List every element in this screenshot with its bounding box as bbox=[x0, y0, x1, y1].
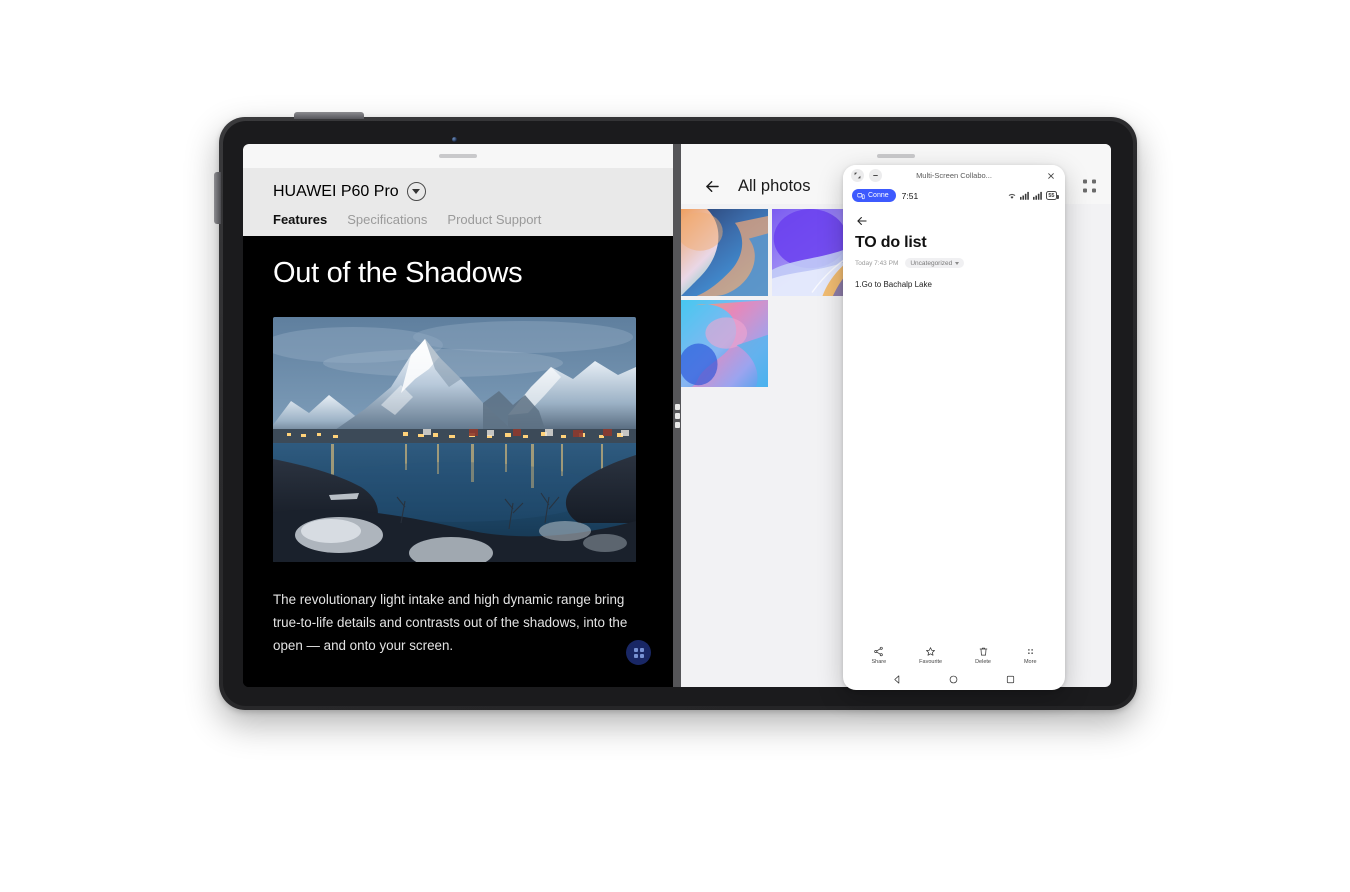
product-header: HUAWEI P60 Pro Features Specifications P… bbox=[243, 168, 673, 236]
tab-features[interactable]: Features bbox=[273, 212, 327, 227]
note-timestamp: Today 7:43 PM bbox=[855, 259, 899, 267]
star-icon bbox=[926, 646, 936, 656]
tab-product-support[interactable]: Product Support bbox=[447, 212, 541, 227]
tab-specifications[interactable]: Specifications bbox=[347, 212, 427, 227]
mountain-fjord-image bbox=[273, 316, 636, 562]
close-icon[interactable] bbox=[1044, 169, 1057, 182]
chevron-down-icon bbox=[955, 261, 960, 265]
trash-icon bbox=[979, 647, 987, 656]
note-category-tag[interactable]: Uncategorized bbox=[905, 258, 965, 268]
hero-photo bbox=[273, 316, 636, 562]
phone-window-titlebar[interactable]: Multi-Screen Collabo... bbox=[843, 165, 1065, 186]
product-page-pane: HUAWEI P60 Pro Features Specifications P… bbox=[243, 144, 673, 687]
status-icons: 55 bbox=[1007, 191, 1059, 200]
product-name: HUAWEI P60 Pro bbox=[273, 182, 399, 200]
favourite-label: Favourite bbox=[919, 658, 943, 665]
signal-bars-icon bbox=[1019, 191, 1029, 200]
share-icon bbox=[874, 646, 884, 656]
android-navigation-bar bbox=[843, 668, 1065, 690]
power-button[interactable] bbox=[294, 112, 364, 119]
photo-thumbnail[interactable] bbox=[681, 209, 768, 296]
note-body[interactable]: 1.Go to Bachalp Lake bbox=[855, 279, 1053, 291]
wifi-icon bbox=[1008, 193, 1016, 199]
phone-statusbar: Conne 7:51 55 bbox=[843, 186, 1065, 205]
page-title: All photos bbox=[738, 176, 811, 195]
split-screen-divider[interactable] bbox=[673, 144, 681, 687]
more-dots-icon bbox=[1027, 648, 1033, 654]
status-badge[interactable]: Conne bbox=[852, 189, 896, 202]
clock: 7:51 bbox=[901, 190, 919, 201]
arrow-left-icon[interactable] bbox=[855, 213, 871, 229]
note-title: TO do list bbox=[855, 234, 927, 251]
product-body: Out of the Shadows The revolutionary lig… bbox=[243, 236, 673, 687]
photo-thumbnail[interactable] bbox=[681, 300, 768, 387]
chevron-down-icon[interactable] bbox=[406, 182, 426, 201]
product-title-row: HUAWEI P60 Pro bbox=[273, 182, 673, 201]
delete-button[interactable]: Delete bbox=[975, 646, 991, 665]
connect-label: Conne bbox=[868, 192, 889, 199]
note-action-toolbar: Share Favourite Delete More bbox=[843, 642, 1065, 668]
page-title: Out of the Shadows bbox=[273, 257, 523, 289]
minimize-icon[interactable] bbox=[869, 169, 882, 182]
note-detail-screen: TO do list Today 7:43 PM Uncategorized 1… bbox=[843, 205, 1065, 642]
product-tabs: Features Specifications Product Support bbox=[273, 212, 673, 227]
connected-device-icon bbox=[857, 192, 865, 199]
window-grabber-handle[interactable] bbox=[439, 154, 477, 158]
favourite-button[interactable]: Favourite bbox=[919, 646, 942, 665]
drag-handle-icon[interactable] bbox=[674, 403, 680, 428]
nav-back-triangle-icon[interactable] bbox=[892, 674, 903, 685]
volume-button[interactable] bbox=[214, 172, 221, 224]
share-label: Share bbox=[871, 658, 887, 665]
more-label: More bbox=[1023, 658, 1037, 665]
nav-recents-square-icon[interactable] bbox=[1005, 674, 1016, 685]
hero-paragraph: The revolutionary light intake and high … bbox=[273, 591, 628, 653]
battery-icon: 55 bbox=[1045, 191, 1059, 200]
left-pane-statusbar bbox=[243, 144, 673, 168]
front-camera-dot bbox=[452, 137, 457, 142]
note-meta: Today 7:43 PM Uncategorized bbox=[855, 258, 1053, 268]
multi-screen-collaboration-window[interactable]: Multi-Screen Collabo... Conne 7:51 55 TO… bbox=[843, 165, 1065, 690]
note-category-label: Uncategorized bbox=[910, 259, 953, 267]
nav-home-circle-icon[interactable] bbox=[948, 674, 959, 685]
four-dot-menu-icon[interactable] bbox=[1083, 179, 1096, 193]
arrow-left-icon[interactable] bbox=[701, 175, 723, 197]
window-grabber-handle[interactable] bbox=[877, 154, 915, 158]
app-grid-icon[interactable] bbox=[626, 640, 651, 665]
share-button[interactable]: Share bbox=[871, 646, 886, 665]
delete-label: Delete bbox=[975, 658, 991, 665]
battery-level: 55 bbox=[1048, 192, 1055, 199]
resize-icon[interactable] bbox=[851, 169, 864, 182]
signal-bars-sim2-icon bbox=[1032, 191, 1042, 200]
more-button[interactable]: More bbox=[1024, 646, 1037, 665]
